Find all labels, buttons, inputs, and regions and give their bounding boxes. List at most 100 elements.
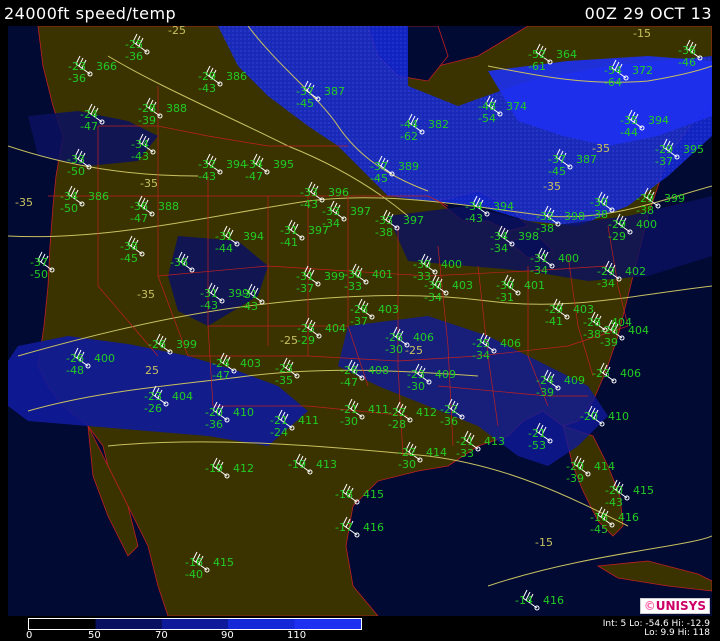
map-window: 24000ft speed/temp 00Z 29 OCT 13 -25 -35… bbox=[0, 0, 720, 641]
map-canvas[interactable]: -25 -35 -35 -35 -35 -35 -25 -25 25 -15 -15 -23 -36 3… bbox=[8, 26, 712, 616]
station-dewpoint: -34 bbox=[490, 242, 508, 255]
station-dewpoint: -44 bbox=[620, 126, 638, 139]
station-dewpoint: -41 bbox=[280, 236, 298, 249]
station-height: 410 bbox=[233, 406, 254, 419]
station-dewpoint: -54 bbox=[478, 112, 496, 125]
isotherm-label: -25 bbox=[168, 26, 186, 37]
isotherm-label: 25 bbox=[145, 364, 159, 377]
station-dewpoint: -44 bbox=[215, 242, 233, 255]
station-height: 397 bbox=[350, 205, 371, 218]
station-height: 403 bbox=[452, 279, 473, 292]
station-temp: -19 bbox=[288, 458, 306, 471]
isotherm-label: -25 bbox=[405, 344, 423, 357]
station-height: 403 bbox=[573, 303, 594, 316]
product-title: 24000ft speed/temp bbox=[4, 4, 177, 23]
station-dewpoint: -43 bbox=[200, 299, 218, 312]
station-dewpoint: -36 bbox=[205, 418, 223, 431]
station-height: 399 bbox=[176, 338, 197, 351]
station-dewpoint: -47 bbox=[212, 369, 230, 382]
station-height: 404 bbox=[325, 322, 346, 335]
station-dewpoint: -62 bbox=[400, 130, 418, 143]
station-dewpoint: -43 bbox=[198, 82, 216, 95]
station-dewpoint: -35 bbox=[275, 374, 293, 387]
station-dewpoint: -36 bbox=[125, 50, 143, 63]
station-dewpoint: -28 bbox=[388, 418, 406, 431]
station-height: 395 bbox=[273, 158, 294, 171]
station-height: 403 bbox=[378, 303, 399, 316]
station-height: 404 bbox=[628, 324, 649, 337]
station-height: 382 bbox=[428, 118, 449, 131]
station-dewpoint: -64 bbox=[604, 76, 622, 89]
station-height: 413 bbox=[484, 435, 505, 448]
legend-tick: 110 bbox=[287, 630, 307, 641]
station-height: 408 bbox=[368, 364, 389, 377]
station-height: 415 bbox=[633, 484, 654, 497]
legend-tick: 50 bbox=[88, 630, 101, 641]
station-height: 411 bbox=[298, 414, 319, 427]
station-temp: -36 bbox=[170, 256, 188, 269]
station-dewpoint: -26 bbox=[144, 402, 162, 415]
station-dewpoint: -29 bbox=[608, 230, 626, 243]
station-height: 414 bbox=[426, 446, 447, 459]
station-dewpoint: -43 bbox=[605, 496, 623, 509]
station-temp: -26 bbox=[148, 338, 166, 351]
station-height: 398 bbox=[564, 210, 585, 223]
station-height: 394 bbox=[648, 114, 669, 127]
legend-tick: 70 bbox=[155, 630, 168, 641]
stats-readout: Int: 5 Lo: -54.6 Hi: -12.9 Lo: 9.9 Hi: 1… bbox=[603, 620, 710, 638]
station-height: 400 bbox=[636, 218, 657, 231]
station-height: 410 bbox=[608, 410, 629, 423]
station-height: 399 bbox=[664, 192, 685, 205]
station-height: 400 bbox=[441, 258, 462, 271]
station-dewpoint: -43 bbox=[198, 170, 216, 183]
station-dewpoint: -34 bbox=[472, 349, 490, 362]
station-dewpoint: -43 bbox=[300, 198, 318, 211]
station-height: 396 bbox=[328, 186, 349, 199]
isotherm-label: -35 bbox=[543, 180, 561, 193]
station-height: 388 bbox=[166, 102, 187, 115]
station-height: 389 bbox=[398, 160, 419, 173]
station-dewpoint: -41 bbox=[545, 315, 563, 328]
station-temp: -19 bbox=[205, 462, 223, 475]
station-dewpoint: -45 bbox=[590, 523, 608, 536]
station-dewpoint: -45 bbox=[296, 97, 314, 110]
station-dewpoint: -34 bbox=[424, 291, 442, 304]
station-dewpoint: -38 bbox=[590, 208, 608, 221]
station-height: 387 bbox=[576, 153, 597, 166]
station-dewpoint: -50 bbox=[60, 202, 78, 215]
station-dewpoint: -34 bbox=[530, 264, 548, 277]
station-dewpoint: -50 bbox=[67, 165, 85, 178]
station-height: 402 bbox=[625, 265, 646, 278]
station-dewpoint: -39 bbox=[536, 386, 554, 399]
station-height: 366 bbox=[96, 60, 117, 73]
station-height: 411 bbox=[368, 403, 389, 416]
station-dewpoint: -47 bbox=[340, 376, 358, 389]
station-dewpoint: -43 bbox=[465, 212, 483, 225]
station-dewpoint: -46 bbox=[678, 56, 696, 69]
station-dewpoint: -50 bbox=[30, 268, 48, 281]
station-height: 400 bbox=[558, 252, 579, 265]
stats-line-2: Lo: 9.9 Hi: 118 bbox=[644, 628, 710, 638]
station-temp: -18 bbox=[335, 488, 353, 501]
station-height: 415 bbox=[363, 488, 384, 501]
station-height: 388 bbox=[158, 200, 179, 213]
station-dewpoint: -36 bbox=[68, 72, 86, 85]
station-dewpoint: -45 bbox=[548, 165, 566, 178]
speed-legend-bar bbox=[28, 618, 362, 630]
station-temp: -20 bbox=[580, 410, 598, 423]
isotherm-label: -35 bbox=[140, 177, 158, 190]
station-height: 394 bbox=[243, 230, 264, 243]
station-height: 394 bbox=[226, 158, 247, 171]
station-dewpoint: -43 bbox=[240, 300, 258, 313]
station-dewpoint: -40 bbox=[185, 568, 203, 581]
station-height: 400 bbox=[94, 352, 115, 365]
station-height: 406 bbox=[620, 367, 641, 380]
station-height: 409 bbox=[435, 368, 456, 381]
station-dewpoint: -48 bbox=[66, 364, 84, 377]
unisys-logo: ©UNISYS bbox=[639, 598, 710, 614]
station-height: 372 bbox=[632, 64, 653, 77]
station-height: 412 bbox=[233, 462, 254, 475]
isotherm-label: -15 bbox=[535, 536, 553, 549]
station-height: 416 bbox=[618, 511, 639, 524]
legend-tick: 0 bbox=[26, 630, 33, 641]
